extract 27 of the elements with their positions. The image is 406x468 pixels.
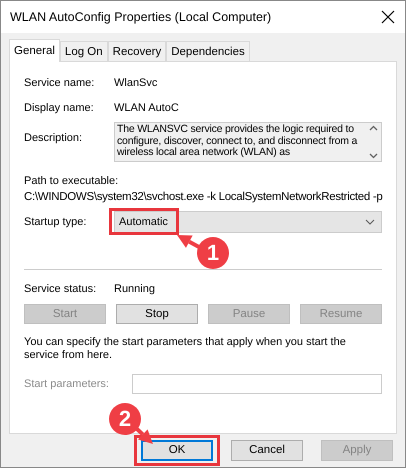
tab[interactable]: Log On	[60, 41, 108, 61]
field-label: Description:	[24, 132, 84, 144]
tab[interactable]: General	[9, 39, 60, 62]
chevron-down-icon	[365, 219, 375, 225]
scroll-up-icon[interactable]	[368, 125, 378, 131]
field-label: Service status:	[24, 283, 98, 295]
field-label: Display name:	[24, 102, 95, 114]
tab[interactable]: Dependencies	[166, 41, 250, 61]
close-icon[interactable]	[381, 10, 395, 24]
scroll-down-icon[interactable]	[368, 153, 378, 159]
description-text: The WLANSVC service provides the logic required to configure, discover, connect to, and disconnect from a wireless local area network (WLAN) as	[116, 123, 358, 160]
field-label: Startup type:	[24, 216, 88, 228]
field-label: Start parameters:	[24, 378, 110, 390]
hint-text: You can specify the start parameters that apply when you start the service from here.	[24, 336, 347, 362]
field-value: WlanSvc	[114, 77, 158, 89]
dialog-button[interactable]: OK	[141, 440, 213, 460]
service-button[interactable]: Stop	[116, 304, 198, 324]
arrow	[177, 235, 200, 249]
path-value: C:\WINDOWS\system32\svchost.exe -k LocalSystemNetworkRestricted -p	[24, 191, 383, 203]
dialog-button[interactable]: Cancel	[231, 440, 303, 460]
startup-type-dropdown[interactable]: Automatic	[114, 211, 382, 233]
window-title: WLAN AutoConfig Properties (Local Computer)	[10, 10, 272, 24]
field-value: Running	[114, 283, 155, 295]
field-label: Service name:	[24, 77, 96, 89]
field-value: WLAN AutoC	[114, 102, 179, 114]
tab[interactable]: Recovery	[108, 41, 166, 61]
field-label: Path to executable:	[24, 175, 118, 187]
